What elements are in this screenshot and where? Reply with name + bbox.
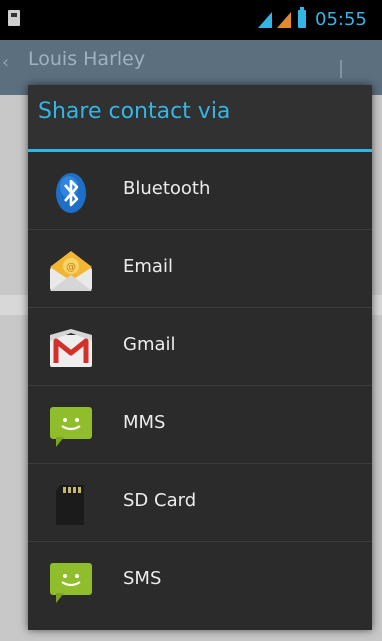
- gmail-icon: [48, 325, 94, 371]
- svg-text:@: @: [66, 262, 76, 273]
- share-option-mms[interactable]: MMS: [28, 386, 372, 464]
- share-option-label: SD Card: [123, 490, 197, 511]
- dialog-header: Share contact via: [28, 85, 372, 149]
- share-option-sd-card[interactable]: SD Card: [28, 464, 372, 542]
- share-dialog: Share contact via Bluetooth @ Email Gmai…: [28, 85, 372, 630]
- share-option-label: SMS: [123, 568, 162, 589]
- cell-signal-icon: [277, 10, 291, 28]
- share-option-email[interactable]: @ Email: [28, 230, 372, 308]
- status-time: 05:55: [315, 9, 367, 30]
- back-icon: ‹: [2, 52, 10, 73]
- share-option-gmail[interactable]: Gmail: [28, 308, 372, 386]
- menu-divider: [340, 60, 366, 78]
- sd-card-icon: [48, 481, 94, 527]
- bluetooth-icon: [48, 169, 94, 215]
- status-bar: 05:55: [0, 0, 382, 40]
- share-option-bluetooth[interactable]: Bluetooth: [28, 152, 372, 230]
- share-options-list: Bluetooth @ Email Gmail MMS SD Card SMS: [28, 152, 372, 630]
- mms-icon: [48, 403, 94, 449]
- share-option-label: Gmail: [123, 334, 176, 355]
- email-icon: @: [48, 247, 94, 293]
- contact-name: Louis Harley: [28, 48, 146, 70]
- share-option-label: Bluetooth: [123, 178, 211, 199]
- sms-icon: [48, 559, 94, 605]
- dialog-title: Share contact via: [38, 99, 231, 124]
- wifi-signal-icon: [258, 10, 272, 28]
- share-option-label: Email: [123, 256, 173, 277]
- share-option-label: MMS: [123, 412, 166, 433]
- share-option-sms[interactable]: SMS: [28, 542, 372, 620]
- battery-icon: [298, 7, 306, 28]
- screenshot-notification-icon: [8, 10, 20, 26]
